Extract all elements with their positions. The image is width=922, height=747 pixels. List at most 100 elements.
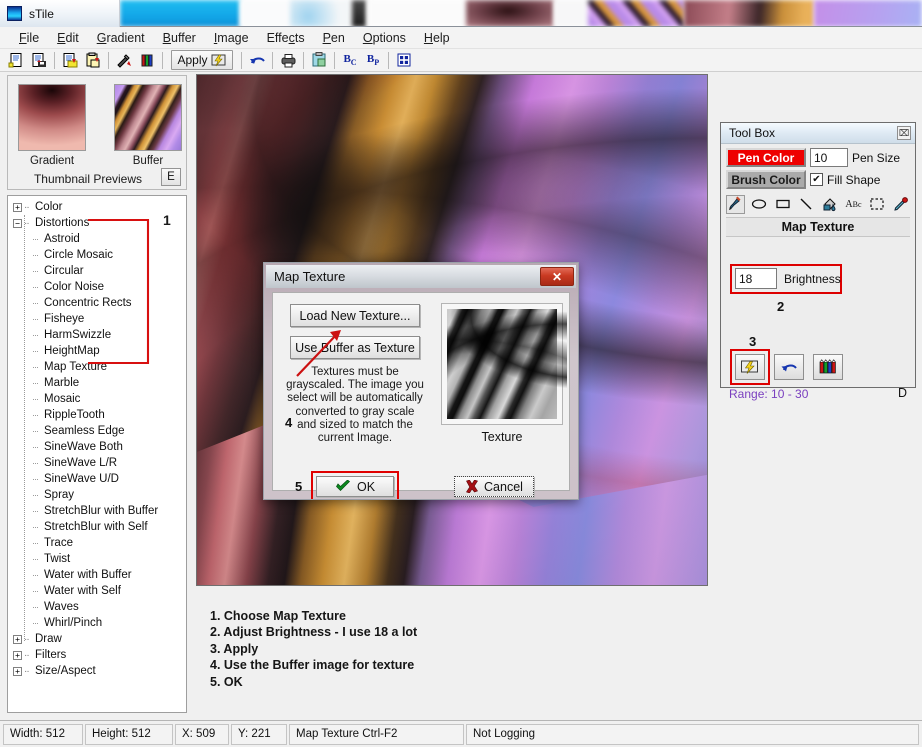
rectangle-tool-icon[interactable] [773,195,792,214]
paste-gradient-icon[interactable] [82,50,104,71]
tree-item-label: Trace [44,537,73,549]
effects-tree[interactable]: + ·· Color − ·· Distortions ··· Astroid ··… [7,195,187,713]
collapse-icon[interactable]: − [13,218,22,228]
tree-item-harmswizzle[interactable]: ··· HarmSwizzle [8,327,186,343]
tree-item-trace[interactable]: ··· Trace [8,535,186,551]
tree-group-distortions[interactable]: − ·· Distortions [8,215,186,231]
tree-item-spray[interactable]: ··· Spray [8,487,186,503]
tree-item-label: Water with Self [44,585,121,597]
undo-icon[interactable] [246,50,268,71]
use-buffer-as-texture-button[interactable]: Use Buffer as Texture [290,336,420,359]
expand-icon[interactable]: + [13,202,22,212]
tree-item-concentric-rects[interactable]: ··· Concentric Rects [8,295,186,311]
expand-icon[interactable]: + [13,650,22,660]
menu-help[interactable]: Help [415,29,459,47]
tree-item-astroid[interactable]: ··· Astroid [8,231,186,247]
expand-icon[interactable]: + [13,634,22,644]
load-new-texture-button[interactable]: Load New Texture... [290,304,420,327]
brightness-row: 18 Brightness [735,268,841,289]
buffer-thumbnail[interactable] [114,84,182,151]
apply-lightning-icon [211,54,226,67]
expand-previews-button[interactable]: E [161,168,181,186]
fill-shape-label: Fill Shape [827,172,881,187]
tree-item-map-texture[interactable]: ··· Map Texture [8,359,186,375]
select-tool-icon[interactable] [868,195,887,214]
tree-group-filters[interactable]: + ·· Filters [8,647,186,663]
menu-effects[interactable]: Effects [258,29,314,47]
tree-group-draw[interactable]: + ·· Draw [8,631,186,647]
tree-item-mosaic[interactable]: ··· Mosaic [8,391,186,407]
tree-group-color[interactable]: + ·· Color [8,199,186,215]
window-titlebar: sTile [0,0,120,27]
tree-item-twist[interactable]: ··· Twist [8,551,186,567]
drawing-tools-row: ABc [726,193,910,215]
tree-item-sinewave-u-d[interactable]: ··· SineWave U/D [8,471,186,487]
tree-item-water-with-self[interactable]: ··· Water with Self [8,583,186,599]
tree-item-stretchblur-with-self[interactable]: ··· StretchBlur with Self [8,519,186,535]
ok-button[interactable]: OK [316,476,394,497]
fill-shape-checkbox[interactable]: ✔ [810,173,823,186]
tree-connector: ··· [32,234,39,244]
brightness-input[interactable]: 18 [735,268,777,289]
tree-item-rippletooth[interactable]: ··· RippleTooth [8,407,186,423]
menu-edit[interactable]: Edit [48,29,88,47]
tree-item-circle-mosaic[interactable]: ··· Circle Mosaic [8,247,186,263]
tree-item-waves[interactable]: ··· Waves [8,599,186,615]
undo-effect-button[interactable] [774,354,804,380]
tree-item-sinewave-l-r[interactable]: ··· SineWave L/R [8,455,186,471]
tree-item-heightmap[interactable]: ··· HeightMap [8,343,186,359]
save-document-icon[interactable] [28,50,50,71]
color-pens-button[interactable] [813,354,843,380]
text-tool-icon[interactable]: ABc [844,195,863,214]
brush-color-button[interactable]: Brush Color [726,170,806,189]
tree-item-seamless-edge[interactable]: ··· Seamless Edge [8,423,186,439]
preview-thumb-8 [588,0,684,26]
dialog-close-icon[interactable]: ✕ [540,267,574,286]
print-icon[interactable] [277,50,299,71]
gradient-thumbnail[interactable] [18,84,86,151]
tree-item-sinewave-both[interactable]: ··· SineWave Both [8,439,186,455]
tree-item-label: SineWave Both [44,441,123,453]
tree-group-distortions-label: Distortions [35,217,90,229]
tree-item-marble[interactable]: ··· Marble [8,375,186,391]
menu-gradient[interactable]: Gradient [88,29,154,47]
buffer-copy-icon[interactable]: BC [339,50,361,71]
buffer-paste-icon[interactable]: BP [362,50,384,71]
expand-icon[interactable]: + [13,666,22,676]
tree-item-fisheye[interactable]: ··· Fisheye [8,311,186,327]
tree-item-color-noise[interactable]: ··· Color Noise [8,279,186,295]
pen-size-input[interactable]: 10 [810,148,848,167]
tree-item-circular[interactable]: ··· Circular [8,263,186,279]
tree-item-whirl-pinch[interactable]: ··· Whirl/Pinch [8,615,186,631]
new-document-icon[interactable] [5,50,27,71]
menu-pen[interactable]: Pen [314,29,354,47]
menu-buffer[interactable]: Buffer [154,29,205,47]
tools-icon[interactable] [113,50,135,71]
eyedropper-tool-icon[interactable] [891,195,910,214]
dialog-frame: Map Texture ✕ Load New Texture... Use Bu… [264,263,578,499]
brush-tool-icon[interactable] [726,194,745,214]
open-gradient-icon[interactable] [59,50,81,71]
preview-thumb-3 [290,0,350,26]
ellipse-tool-icon[interactable] [750,195,769,214]
toolbox-title: Tool Box [729,126,776,140]
texture-preview-waves [447,309,567,429]
menu-file[interactable]: File [10,29,48,47]
menu-image[interactable]: Image [205,29,258,47]
clipboard-icon[interactable] [308,50,330,71]
pen-color-button[interactable]: Pen Color [726,148,806,167]
line-tool-icon[interactable] [797,195,816,214]
toolbox-close-icon[interactable]: ⌧ [897,126,911,140]
cancel-button[interactable]: Cancel [454,476,534,497]
apply-button[interactable]: Apply [171,50,233,70]
tree-group-size-aspect[interactable]: + ·· Size/Aspect [8,663,186,679]
toolbar-separator-3 [162,51,163,69]
tree-item-water-with-buffer[interactable]: ··· Water with Buffer [8,567,186,583]
apply-effect-button[interactable] [735,354,765,380]
tree-item-stretchblur-with-buffer[interactable]: ··· StretchBlur with Buffer [8,503,186,519]
tile-grid-icon[interactable] [393,50,415,71]
menu-options[interactable]: Options [354,29,415,47]
fill-bucket-tool-icon[interactable] [821,195,840,214]
color-bars-icon[interactable] [136,50,158,71]
tree-connector: ·· [24,217,30,229]
